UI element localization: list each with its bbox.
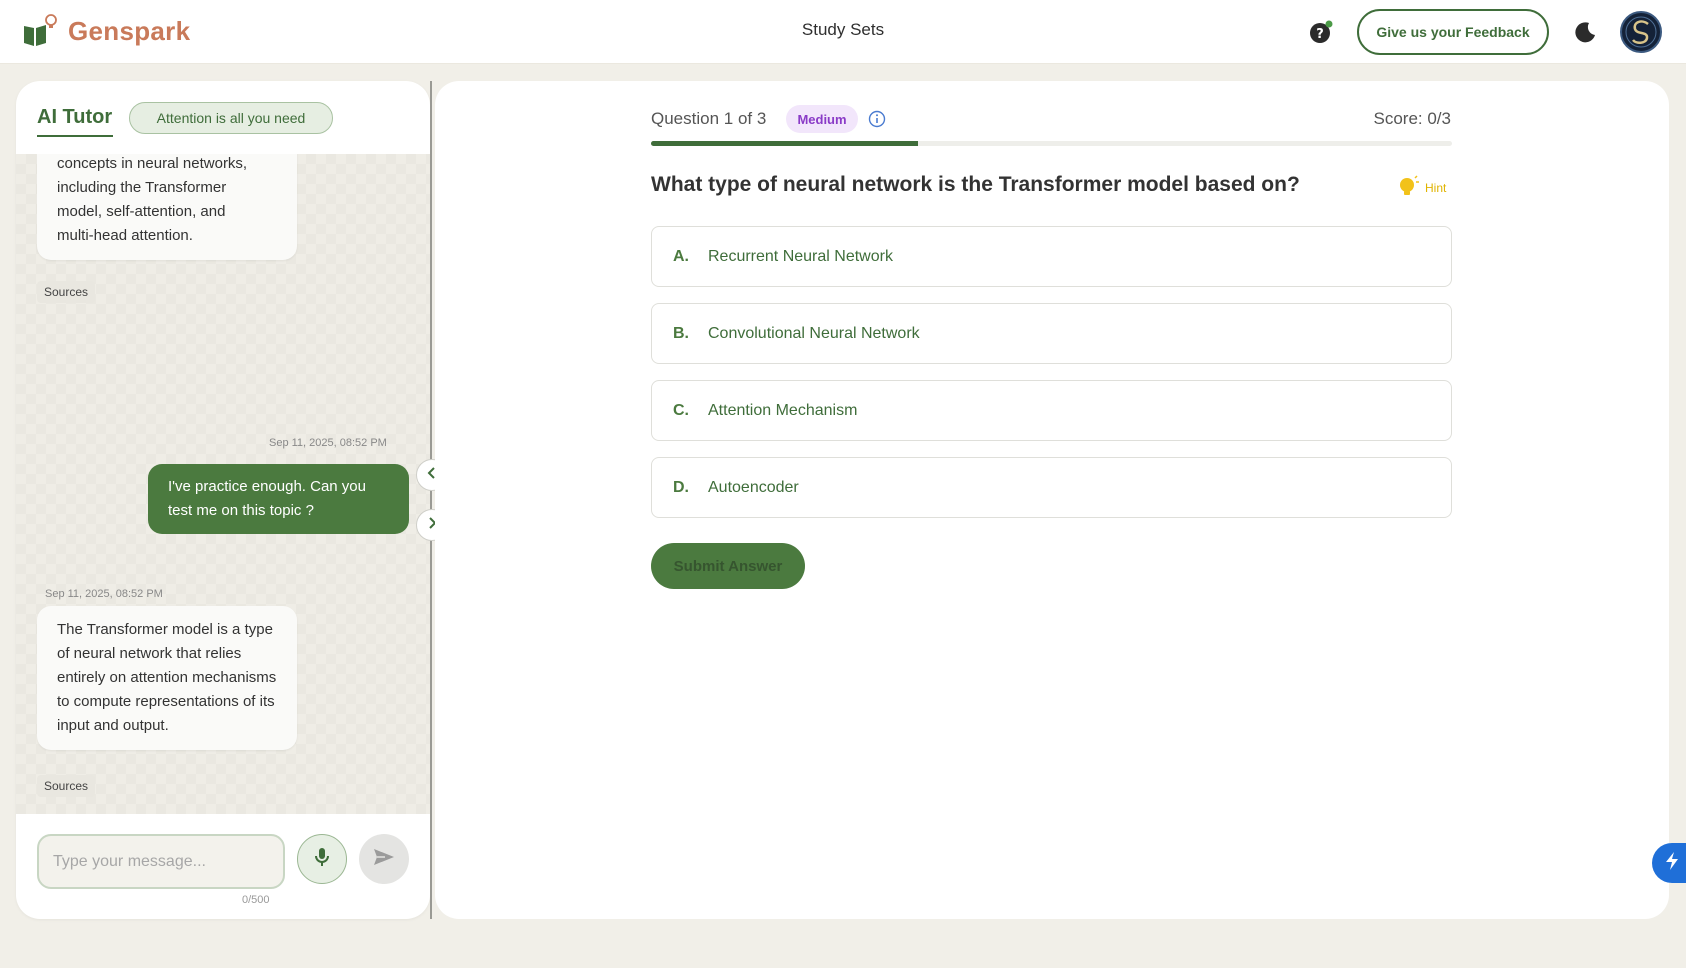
option-text: Recurrent Neural Network (708, 247, 893, 265)
info-icon[interactable] (868, 110, 886, 128)
question-text: What type of neural network is the Trans… (651, 173, 1300, 196)
answer-option-c[interactable]: C. Attention Mechanism (651, 380, 1452, 441)
answer-option-d[interactable]: D. Autoencoder (651, 457, 1452, 518)
tab-ai-tutor[interactable]: AI Tutor (37, 106, 112, 129)
char-counter: 0/500 (242, 894, 270, 906)
option-letter: B. (673, 324, 689, 342)
hint-button[interactable]: Hint (1397, 174, 1446, 201)
user-avatar[interactable] (1620, 11, 1662, 53)
quick-action-button[interactable] (1652, 843, 1686, 883)
user-message: I've practice enough. Can you test me on… (148, 464, 409, 534)
panel-divider[interactable] (430, 81, 432, 919)
moon-icon[interactable] (1574, 20, 1598, 44)
lightning-icon (1664, 851, 1680, 876)
send-icon (372, 845, 396, 874)
answer-option-a[interactable]: A. Recurrent Neural Network (651, 226, 1452, 287)
topic-chip[interactable]: Attention is all you need (129, 102, 333, 134)
message-input[interactable] (37, 834, 285, 889)
hint-label: Hint (1425, 180, 1447, 195)
option-letter: D. (673, 478, 689, 496)
top-header: Genspark Study Sets ? Give us your Feedb… (0, 0, 1686, 64)
sources-button[interactable]: Sources (37, 281, 96, 303)
option-text: Convolutional Neural Network (708, 324, 920, 342)
active-tab-indicator (37, 135, 113, 137)
svg-text:?: ? (1316, 27, 1324, 42)
question-circle-icon[interactable]: ? (1309, 20, 1333, 44)
message-line: concepts in neural networks, (57, 155, 248, 172)
score-label: Score: 0/3 (1373, 109, 1452, 128)
assistant-message: concepts in neural networks, including t… (37, 154, 297, 260)
chat-messages[interactable]: concepts in neural networks, including t… (16, 154, 430, 814)
message-line: model, self-attention, and (57, 203, 226, 220)
send-button[interactable] (359, 834, 409, 884)
feedback-button[interactable]: Give us your Feedback (1357, 9, 1549, 55)
option-text: Attention Mechanism (708, 401, 858, 419)
message-timestamp: Sep 11, 2025, 08:52 PM (45, 588, 163, 600)
message-line: multi-head attention. (57, 227, 193, 244)
microphone-icon (312, 846, 332, 873)
option-letter: C. (673, 401, 689, 419)
quiz-panel: Question 1 of 3 Medium Score: 0/3 What t… (435, 81, 1669, 919)
tutor-panel: AI Tutor Attention is all you need conce… (16, 81, 430, 919)
answer-option-b[interactable]: B. Convolutional Neural Network (651, 303, 1452, 364)
option-text: Autoencoder (708, 478, 799, 496)
sources-button[interactable]: Sources (37, 775, 96, 797)
quiz-progress-fill (651, 141, 918, 146)
chat-input-bar: 0/500 (16, 814, 430, 919)
submit-answer-button[interactable]: Submit Answer (651, 543, 805, 589)
option-letter: A. (673, 247, 689, 265)
assistant-message: The Transformer model is a type of neura… (37, 606, 297, 750)
quiz-progress-bar (651, 141, 1452, 146)
lightbulb-icon (1397, 174, 1421, 201)
message-timestamp: Sep 11, 2025, 08:52 PM (269, 437, 387, 449)
tutor-header: AI Tutor Attention is all you need (16, 81, 430, 154)
question-progress-label: Question 1 of 3 (651, 109, 767, 128)
microphone-button[interactable] (297, 834, 347, 884)
message-line: including the Transformer (57, 179, 227, 196)
difficulty-badge: Medium (786, 105, 858, 133)
